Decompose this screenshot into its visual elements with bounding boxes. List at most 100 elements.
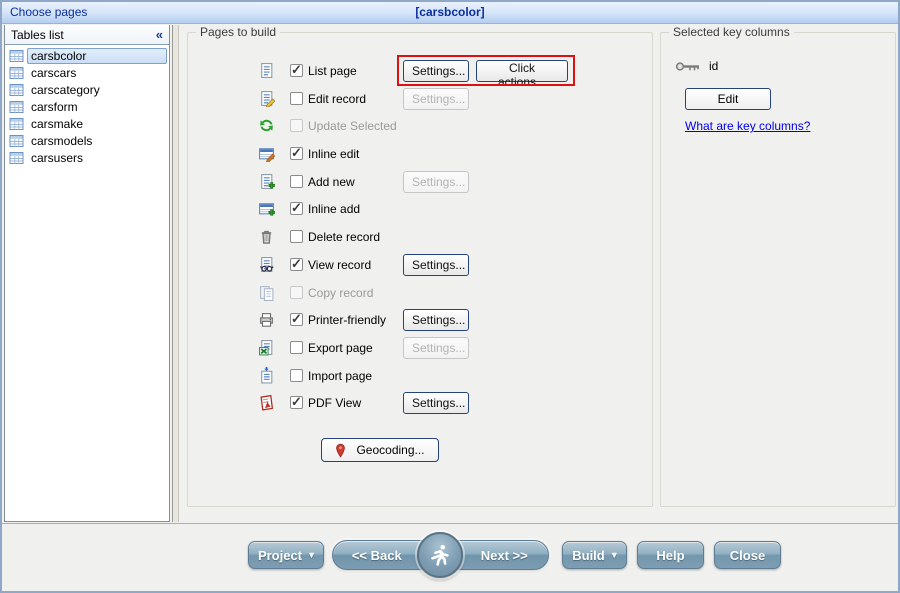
settings--button: Settings...	[403, 171, 469, 193]
inline-edit-icon	[258, 145, 275, 162]
title-bar: Choose pages [carsbcolor]	[2, 2, 898, 24]
page-row-list-page: List page Settings... Click actions...	[188, 57, 652, 85]
page-label: Update Selected	[308, 119, 397, 133]
caret-down-icon: ▾	[309, 550, 314, 561]
build-label: Build	[572, 548, 605, 563]
page-label: List page	[308, 64, 357, 78]
page-label: Inline add	[308, 202, 360, 216]
pdf-view-icon	[258, 394, 275, 411]
page-label: Import page	[308, 369, 372, 383]
add-new-checkbox[interactable]	[290, 175, 303, 188]
geocoding-button[interactable]: Geocoding...	[321, 438, 439, 462]
settings--button[interactable]: Settings...	[403, 309, 469, 331]
table-name: carsmodels	[27, 133, 167, 149]
page-label: Printer-friendly	[308, 313, 386, 327]
tables-sidebar: Tables list « carsbcolorcarscarscarscate…	[4, 25, 170, 522]
project-menu-button[interactable]: Project ▾	[248, 541, 324, 569]
update-selected-icon	[258, 117, 275, 134]
table-icon	[9, 101, 24, 113]
table-title: [carsbcolor]	[2, 5, 898, 19]
table-icon	[9, 118, 24, 130]
copy-record-checkbox	[290, 286, 303, 299]
printer-friendly-icon	[258, 311, 275, 328]
update-selected-checkbox	[290, 119, 303, 132]
page-row-copy-record: Copy record	[188, 279, 652, 307]
key-columns-group-label: Selected key columns	[669, 25, 794, 39]
delete-record-checkbox[interactable]	[290, 230, 303, 243]
settings--button[interactable]: Settings...	[403, 60, 469, 82]
table-name: carsusers	[27, 150, 167, 166]
sidebar-item-carsmake[interactable]: carsmake	[5, 115, 169, 132]
pdf-view-checkbox[interactable]	[290, 396, 303, 409]
export-page-checkbox[interactable]	[290, 341, 303, 354]
run-wizard-button[interactable]	[417, 532, 463, 578]
page-row-pdf-view: PDF View Settings...	[188, 389, 652, 417]
collapse-sidebar-icon[interactable]: «	[156, 27, 163, 42]
view-record-checkbox[interactable]	[290, 258, 303, 271]
table-icon	[9, 50, 24, 62]
page-row-edit-record: Edit recordSettings...	[188, 85, 652, 113]
sidebar-item-carsform[interactable]: carsform	[5, 98, 169, 115]
page-row-add-new: Add new Settings...	[188, 168, 652, 196]
edit-record-checkbox[interactable]	[290, 92, 303, 105]
tables-list: carsbcolorcarscarscarscategorycarsformca…	[5, 45, 169, 521]
table-name: carsform	[27, 99, 167, 115]
runner-icon	[428, 543, 452, 567]
inline-add-icon	[258, 200, 275, 217]
sidebar-item-carsmodels[interactable]: carsmodels	[5, 132, 169, 149]
table-icon	[9, 152, 24, 164]
table-name: carsbcolor	[27, 48, 167, 64]
page-row-update-selected: Update Selected	[188, 112, 652, 140]
copy-record-icon	[258, 284, 275, 301]
key-columns-group: Selected key columns id Edit What are ke…	[660, 32, 896, 507]
inline-edit-checkbox[interactable]	[290, 147, 303, 160]
import-page-icon	[258, 367, 275, 384]
caret-down-icon: ▾	[612, 550, 617, 561]
project-label: Project	[258, 548, 302, 563]
view-record-icon	[258, 256, 275, 273]
click-actions--button[interactable]: Click actions...	[476, 60, 568, 82]
table-name: carscategory	[27, 82, 167, 98]
sidebar-item-carsbcolor[interactable]: carsbcolor	[5, 47, 169, 64]
page-row-view-record: View record Settings...	[188, 251, 652, 279]
key-columns-help-link[interactable]: What are key columns?	[685, 119, 810, 133]
geocoding-label: Geocoding...	[356, 443, 424, 457]
printer-friendly-checkbox[interactable]	[290, 313, 303, 326]
page-row-export-page: Export pageSettings...	[188, 334, 652, 362]
table-icon	[9, 67, 24, 79]
page-label: View record	[308, 258, 371, 272]
table-name: carsmake	[27, 116, 167, 132]
export-page-icon	[258, 339, 275, 356]
settings--button[interactable]: Settings...	[403, 392, 469, 414]
wizard-footer: Project ▾ << Back Next >> Build ▾ Help C	[2, 523, 898, 591]
delete-record-icon	[258, 228, 275, 245]
page-label: Edit record	[308, 92, 366, 106]
page-rows: List page Settings... Click actions... Edit…	[188, 57, 652, 417]
build-menu-button[interactable]: Build ▾	[562, 541, 627, 569]
sidebar-item-carscategory[interactable]: carscategory	[5, 81, 169, 98]
list-page-checkbox[interactable]	[290, 64, 303, 77]
page-row-inline-add: Inline add	[188, 195, 652, 223]
settings--button[interactable]: Settings...	[403, 254, 469, 276]
pages-to-build-group: Pages to build List pageSettings...Click…	[187, 32, 653, 507]
inline-add-checkbox[interactable]	[290, 202, 303, 215]
page-label: PDF View	[308, 396, 361, 410]
page-label: Copy record	[308, 286, 373, 300]
page-label: Delete record	[308, 230, 380, 244]
page-row-import-page: Import page	[188, 362, 652, 390]
sidebar-item-carsusers[interactable]: carsusers	[5, 149, 169, 166]
help-button[interactable]: Help	[637, 541, 704, 569]
sidebar-item-carscars[interactable]: carscars	[5, 64, 169, 81]
page-label: Add new	[308, 175, 355, 189]
import-page-checkbox[interactable]	[290, 369, 303, 382]
panel-splitter[interactable]	[172, 25, 179, 522]
map-pin-icon	[335, 443, 346, 458]
key-column-name: id	[709, 59, 718, 73]
table-icon	[9, 135, 24, 147]
key-column-row: id	[675, 59, 718, 73]
choose-pages-dialog: Choose pages [carsbcolor] Tables list « …	[0, 0, 900, 593]
close-button[interactable]: Close	[714, 541, 781, 569]
edit-key-columns-button[interactable]: Edit	[685, 88, 771, 110]
page-row-inline-edit: Inline edit	[188, 140, 652, 168]
page-row-printer-friendly: Printer-friendly Settings...	[188, 306, 652, 334]
